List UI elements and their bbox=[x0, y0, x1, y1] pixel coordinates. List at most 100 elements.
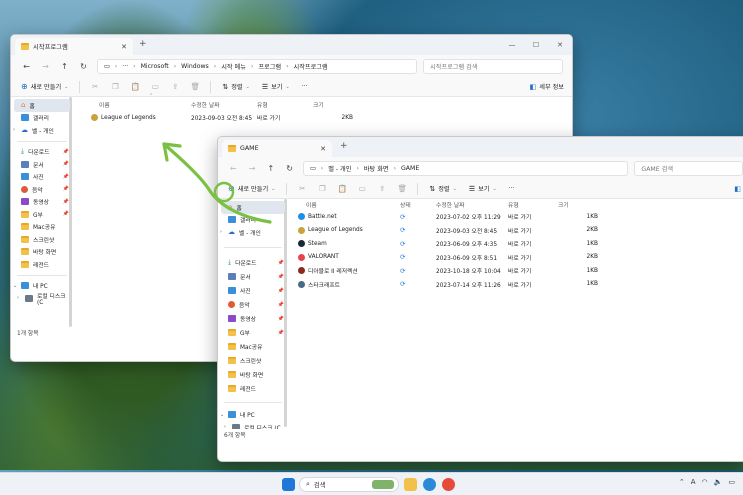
table-row[interactable]: VALORANT ⟳ 2023-06-09 오후 8:51 바로 가기 2KB bbox=[288, 251, 743, 265]
breadcrumb-item[interactable]: 시작프로그램 bbox=[294, 62, 328, 71]
sidebar-item-thispc[interactable]: ⌄ 내 PC bbox=[218, 409, 288, 422]
sidebar-item-g[interactable]: G부 📌 bbox=[11, 208, 73, 221]
details-pane-icon[interactable]: ◧ bbox=[734, 185, 741, 193]
breadcrumb-item[interactable]: 시작 메뉴 bbox=[221, 62, 246, 71]
wifi-icon[interactable]: ◠ bbox=[702, 478, 708, 486]
copy-icon[interactable]: ❐ bbox=[314, 184, 330, 193]
table-row[interactable]: 디아블로 II 레저렉션 ⟳ 2023-10-18 오후 10:04 바로 가기 1KB bbox=[288, 264, 743, 278]
start-button-windows-icon[interactable] bbox=[282, 478, 295, 491]
close-button[interactable]: ✕ bbox=[548, 35, 572, 55]
taskbar-search-box[interactable]: ⌕ 검색 bbox=[299, 477, 399, 492]
sidebar-item-downloads[interactable]: ⤓ 다운로드 📌 bbox=[11, 146, 73, 159]
file-explorer-icon[interactable] bbox=[404, 478, 417, 491]
sidebar-item-videos[interactable]: 동영상 📌 bbox=[11, 196, 73, 209]
table-row[interactable]: League of Legends ⟳ 2023-09-03 오전 8:45 바로 가… bbox=[288, 224, 743, 238]
table-row[interactable]: 스타크래프트 ⟳ 2023-07-14 오후 11:26 바로 가기 1KB bbox=[288, 278, 743, 292]
sidebar-item-gallery[interactable]: 갤러리 bbox=[11, 112, 73, 125]
copy-icon[interactable]: ❐ bbox=[107, 82, 123, 91]
sort-button[interactable]: ⇅ 정렬 ⌄ bbox=[425, 184, 460, 194]
table-row[interactable]: Steam ⟳ 2023-06-09 오후 4:35 바로 가기 1KB bbox=[288, 237, 743, 251]
sidebar-item-pictures[interactable]: 사진 📌 bbox=[11, 171, 73, 184]
volume-icon[interactable]: 🔈 bbox=[714, 478, 723, 486]
sidebar-item-legend[interactable]: 레전드 bbox=[218, 382, 288, 396]
sidebar-item-onedrive[interactable]: › ☁ 벨 - 개인 bbox=[11, 124, 73, 137]
details-button[interactable]: ◧ 세부 정보 bbox=[530, 82, 564, 92]
titlebar[interactable]: GAME ✕ + bbox=[218, 137, 743, 157]
chevron-right-icon[interactable]: › bbox=[13, 127, 15, 133]
battery-icon[interactable]: ▭ bbox=[728, 478, 735, 486]
breadcrumb-item[interactable]: Windows bbox=[181, 63, 209, 70]
chevron-right-icon[interactable]: › bbox=[17, 295, 19, 301]
more-button[interactable]: ··· bbox=[505, 185, 519, 192]
paste-icon[interactable]: 📋 bbox=[334, 184, 350, 193]
view-button[interactable]: ☰ 보기 ⌄ bbox=[465, 184, 501, 194]
sidebar-item-screenshots[interactable]: 스크린샷 bbox=[11, 233, 73, 246]
sidebar-item-macshare[interactable]: Mac공유 bbox=[11, 221, 73, 234]
chevron-down-icon[interactable]: ⌄ bbox=[13, 283, 17, 289]
sidebar-item-g[interactable]: G부 📌 bbox=[218, 326, 288, 340]
table-row[interactable]: Battle.net ⟳ 2023-07-02 오후 11:29 바로 가기 1KB bbox=[288, 210, 743, 224]
chevron-up-icon[interactable]: ⌃ bbox=[679, 478, 685, 486]
up-button[interactable]: ↑ bbox=[55, 62, 74, 71]
breadcrumb-item[interactable]: GAME bbox=[401, 165, 419, 172]
refresh-button[interactable]: ↻ bbox=[74, 62, 93, 71]
sidebar-item-localdisk[interactable]: › 로컬 디스크 (C bbox=[11, 292, 73, 306]
breadcrumb-item[interactable]: Microsoft bbox=[141, 63, 169, 70]
close-tab-icon[interactable]: ✕ bbox=[121, 43, 127, 51]
breadcrumb-item[interactable]: 프로그램 bbox=[258, 62, 281, 71]
delete-icon[interactable]: 🗑 bbox=[394, 184, 410, 193]
column-modified[interactable]: 수정한 날짜 bbox=[191, 100, 257, 109]
view-button[interactable]: ☰ 보기 ⌄ bbox=[258, 82, 294, 92]
column-state[interactable]: 상태 bbox=[400, 200, 436, 209]
rename-icon[interactable]: ▭ bbox=[354, 184, 370, 193]
share-icon[interactable]: ⇪ bbox=[374, 184, 390, 193]
column-name[interactable]: 이름 bbox=[288, 200, 400, 209]
tab-startup[interactable]: 시작프로그램 ✕ bbox=[15, 38, 133, 55]
sidebar-item-desktop[interactable]: 바탕 화면 bbox=[11, 246, 73, 259]
column-type[interactable]: 유형 bbox=[257, 100, 313, 109]
paste-icon[interactable]: 📋 bbox=[127, 82, 143, 91]
sidebar-item-pictures[interactable]: 사진 📌 bbox=[218, 284, 288, 298]
column-size[interactable]: 크기 bbox=[313, 100, 353, 109]
maximize-button[interactable]: ☐ bbox=[524, 35, 548, 55]
sort-button[interactable]: ⇅ 정렬 ⌄ bbox=[218, 82, 253, 92]
cut-icon[interactable]: ✂ bbox=[87, 82, 103, 91]
new-tab-button[interactable]: + bbox=[139, 39, 147, 49]
breadcrumb-item[interactable]: 벨 - 개인 bbox=[328, 164, 351, 173]
explorer-window-game[interactable]: GAME ✕ + ← → ↑ ↻ ▭ › 벨 - 개인 › 바탕 화면 › GA… bbox=[217, 136, 743, 462]
breadcrumb-item[interactable]: 바탕 화면 bbox=[364, 164, 389, 173]
delete-icon[interactable]: 🗑 bbox=[187, 82, 203, 91]
column-name[interactable]: 이름 bbox=[73, 100, 191, 109]
sidebar-item-legend[interactable]: 레전드 bbox=[11, 258, 73, 271]
more-button[interactable]: ··· bbox=[298, 83, 312, 90]
sidebar-item-videos[interactable]: 동영상 📌 bbox=[218, 312, 288, 326]
chrome-browser-icon[interactable] bbox=[442, 478, 455, 491]
share-icon[interactable]: ⇪ bbox=[167, 82, 183, 91]
minimize-button[interactable]: — bbox=[500, 35, 524, 55]
back-button[interactable]: ← bbox=[17, 62, 36, 71]
address-bar[interactable]: ▭ › ··· › Microsoft › Windows › 시작 메뉴 › … bbox=[97, 58, 417, 74]
table-row[interactable]: League of Legends 2023-09-03 오전 8:45 바로 … bbox=[73, 111, 572, 125]
titlebar[interactable]: 시작프로그램 ✕ + — ☐ ✕ bbox=[11, 35, 572, 55]
input-method-icon[interactable]: A bbox=[691, 478, 696, 486]
overflow-icon[interactable]: ··· bbox=[122, 63, 128, 70]
forward-button[interactable]: → bbox=[36, 62, 55, 71]
sidebar-item-desktop[interactable]: 바탕 화면 bbox=[218, 368, 288, 382]
sidebar-item-music[interactable]: 음악 📌 bbox=[218, 298, 288, 312]
sidebar-item-screenshots[interactable]: 스크린샷 bbox=[218, 354, 288, 368]
sidebar-item-home[interactable]: ⌂ 홈 bbox=[14, 99, 70, 112]
rename-icon[interactable]: ▭ bbox=[147, 82, 163, 91]
search-input[interactable]: 시작프로그램 검색 bbox=[423, 58, 563, 74]
cut-icon[interactable]: ✂ bbox=[294, 184, 310, 193]
new-button[interactable]: ⊕ 새로 만들기 ⌄ bbox=[17, 82, 72, 91]
column-type[interactable]: 유형 bbox=[508, 200, 558, 209]
search-input[interactable]: GAME 검색 bbox=[634, 160, 743, 176]
address-bar[interactable]: ▭ › 벨 - 개인 › 바탕 화면 › GAME bbox=[302, 160, 629, 176]
new-tab-button[interactable]: + bbox=[340, 141, 348, 151]
chevron-down-icon[interactable]: ⌄ bbox=[220, 412, 224, 418]
column-size[interactable]: 크기 bbox=[558, 200, 598, 209]
sidebar-item-downloads[interactable]: ⤓ 다운로드 📌 bbox=[218, 256, 288, 270]
sidebar-item-documents[interactable]: 문서 📌 bbox=[218, 270, 288, 284]
close-tab-icon[interactable]: ✕ bbox=[320, 145, 326, 153]
sidebar-item-macshare[interactable]: Mac공유 bbox=[218, 340, 288, 354]
